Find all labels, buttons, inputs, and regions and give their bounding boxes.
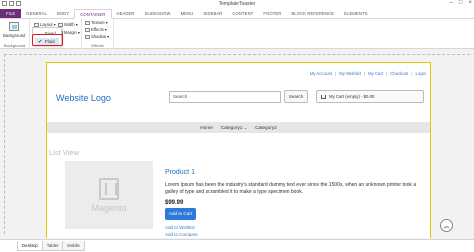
add-to-wishlist-link[interactable]: Add to Wishlist: [165, 225, 195, 230]
tab-tablet[interactable]: Tablet: [41, 241, 64, 251]
device-bar: Desktop Tablet Mobile: [0, 239, 474, 252]
background-button-label[interactable]: Background: [3, 33, 25, 38]
magento-logo-icon: [99, 177, 119, 200]
tab-elements[interactable]: ELEMENTS: [339, 9, 372, 18]
background-icon[interactable]: [9, 22, 21, 32]
tab-file[interactable]: FILE: [0, 9, 22, 18]
chevron-down-icon: ▾: [105, 20, 108, 25]
width-label: Width: [64, 22, 75, 27]
page-preview[interactable]: My Account | My Wishlist | My Cart | Che…: [46, 62, 431, 238]
list-view-heading: List View: [49, 148, 79, 157]
width-icon: [58, 22, 63, 27]
chevron-down-icon: ⌄: [243, 125, 248, 130]
link-separator: |: [386, 71, 388, 76]
shadow-label: Shadow: [91, 34, 107, 39]
menu-item-label: Category1: [220, 125, 243, 130]
cart-button[interactable]: My Cart (empty) - $0.00: [316, 90, 424, 103]
main-menu: Home Category1 ⌄ Category2: [47, 122, 430, 133]
tab-footer[interactable]: FOOTER: [258, 9, 286, 18]
double-chevron-up-icon: ︽: [443, 224, 450, 230]
background-group-name: Background: [3, 43, 26, 48]
my-cart-link[interactable]: My Cart: [368, 71, 383, 76]
window-title: TemplateToaster: [218, 1, 256, 7]
effects-icon: [85, 27, 90, 32]
ribbon-panel: Background Background Layout ▾ Width ▾ M…: [0, 19, 474, 49]
tab-container[interactable]: CONTAINER: [74, 9, 112, 19]
scroll-to-top-button[interactable]: ︽: [440, 219, 453, 232]
close-icon[interactable]: ×: [468, 0, 472, 6]
tab-header[interactable]: HEADER: [112, 9, 140, 18]
tab-block-reference[interactable]: BLOCK REFERENCE: [286, 9, 339, 18]
background-group: Background Background: [0, 19, 30, 49]
search-button[interactable]: Search: [284, 90, 308, 103]
texture-label: Texture: [91, 20, 105, 25]
effects-button[interactable]: Effects ▾: [85, 27, 107, 32]
search-input[interactable]: Search: [169, 91, 281, 103]
effects-group-name: Effects: [91, 43, 104, 48]
margin-label: Margin: [64, 30, 77, 35]
effects-group: Texture ▾ Effects ▾ Shadow ▾ Effects: [82, 19, 114, 49]
minimize-icon[interactable]: –: [450, 0, 453, 6]
checkout-link[interactable]: Checkout: [390, 71, 408, 76]
product-title[interactable]: Product 1: [165, 169, 195, 176]
effects-label: Effects: [91, 27, 104, 32]
link-separator: |: [335, 71, 337, 76]
add-to-compare-link[interactable]: Add to Compare: [165, 232, 198, 237]
app-window: TemplateToaster – □ × FILE GENERAL BODY …: [0, 0, 474, 252]
texture-icon: [85, 20, 90, 25]
product-image[interactable]: Magento: [65, 161, 153, 229]
window-controls: – □ ×: [450, 0, 472, 6]
menu-item-category2[interactable]: Category2: [255, 125, 277, 130]
chevron-down-icon: ▾: [107, 34, 110, 39]
tab-mobile[interactable]: Mobile: [62, 241, 85, 251]
title-bar: TemplateToaster – □ ×: [0, 0, 474, 9]
chevron-down-icon: ▾: [104, 27, 107, 32]
tab-menu[interactable]: MENU: [176, 9, 199, 18]
product-description: Lorem Ipsum has been the industry's stan…: [165, 182, 417, 195]
tab-slideshow[interactable]: SLIDESHOW: [140, 9, 176, 18]
chevron-down-icon: ▾: [77, 30, 80, 35]
shadow-icon: [85, 34, 90, 39]
menu-item-category1[interactable]: Category1 ⌄: [221, 125, 247, 130]
product-image-text: Magento: [91, 202, 127, 213]
chevron-down-icon: ▾: [75, 22, 78, 27]
link-separator: |: [411, 71, 413, 76]
add-to-cart-button[interactable]: Add to Cart: [165, 208, 196, 220]
guide-line-left: [4, 54, 5, 234]
link-separator: |: [363, 71, 366, 76]
texture-button[interactable]: Texture ▾: [85, 20, 108, 25]
website-logo[interactable]: Website Logo: [56, 93, 111, 103]
cart-icon: [321, 94, 326, 99]
tab-content[interactable]: CONTENT: [227, 9, 258, 18]
ribbon-tabs: FILE GENERAL BODY CONTAINER HEADER SLIDE…: [0, 9, 474, 19]
tab-desktop[interactable]: Desktop: [17, 241, 43, 251]
maximize-icon[interactable]: □: [459, 0, 463, 6]
highlight-box: [32, 34, 63, 46]
layout-icon: [34, 22, 39, 27]
my-account-link[interactable]: My Account: [310, 71, 332, 76]
menu-item-home[interactable]: Home: [200, 125, 213, 130]
cart-label: My Cart (empty) - $0.00: [329, 94, 375, 99]
my-wishlist-link[interactable]: My Wishlist: [339, 71, 361, 76]
device-tabs: Desktop Tablet Mobile: [17, 241, 85, 251]
top-links: My Account | My Wishlist | My Cart | Che…: [310, 71, 426, 76]
product-price: $99.99: [165, 200, 184, 206]
tab-general[interactable]: GENERAL: [21, 9, 52, 18]
shadow-button[interactable]: Shadow ▾: [85, 34, 109, 39]
guide-line-top: [4, 54, 470, 55]
tab-body[interactable]: BODY: [52, 9, 74, 18]
login-link[interactable]: Login: [415, 71, 426, 76]
tab-sidebar[interactable]: SIDEBAR: [198, 9, 227, 18]
